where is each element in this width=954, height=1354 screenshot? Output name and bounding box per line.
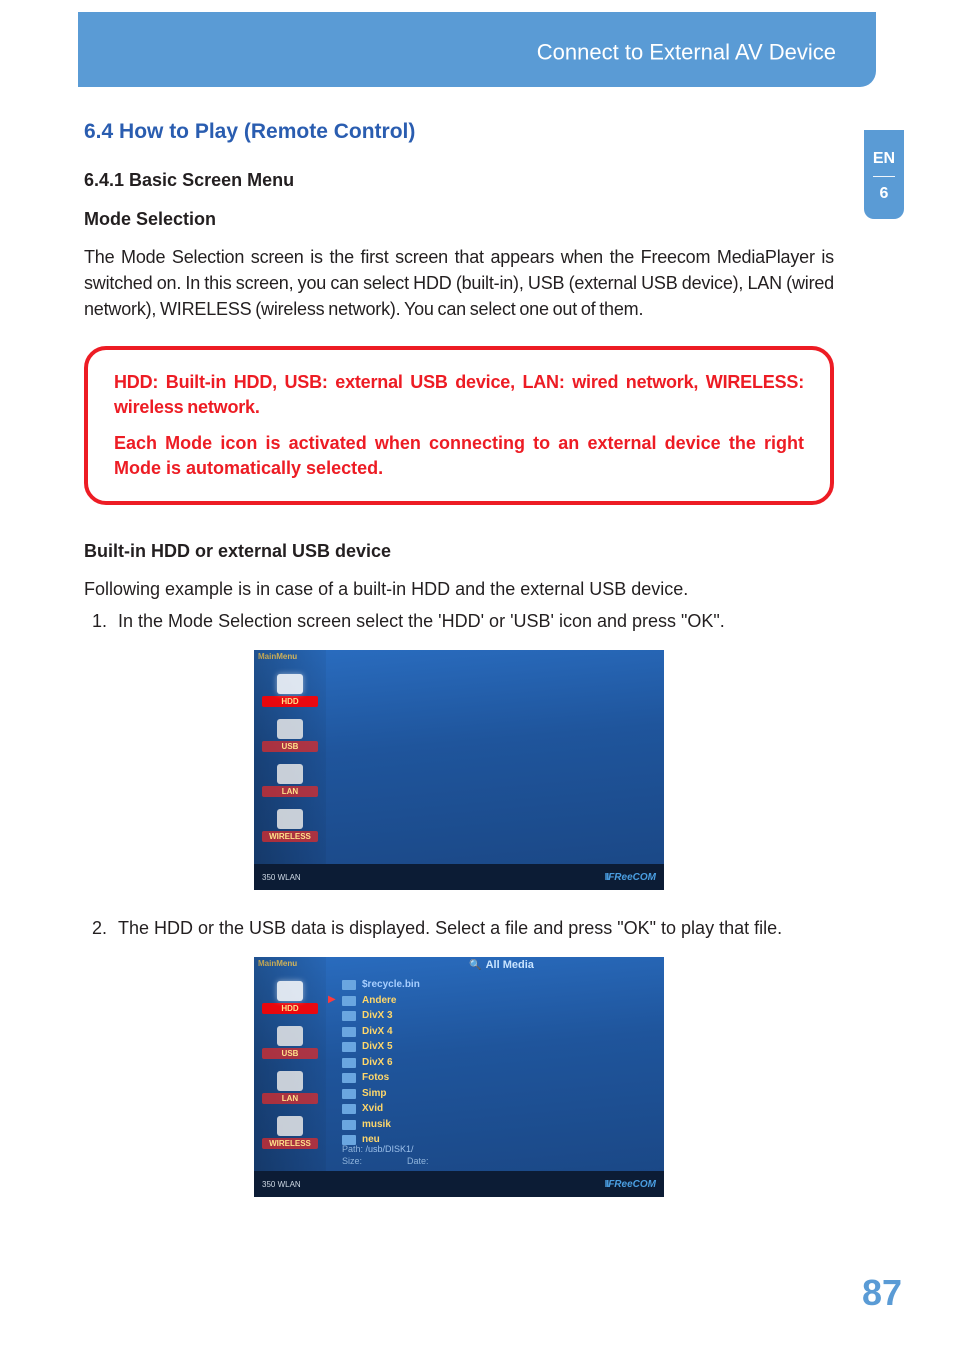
lan-icon [277, 764, 303, 784]
folder-icon [342, 996, 356, 1006]
file-list-screenshot: MainMenu 🔍All Media ▶ HDD USB LAN [254, 957, 664, 1197]
folder-icon [342, 1042, 356, 1052]
hdd-label-2: HDD [262, 1003, 318, 1014]
subsection-heading: 6.4.1 Basic Screen Menu [84, 170, 834, 191]
example-paragraph: Following example is in case of a built-… [84, 576, 834, 602]
mode-hdd: HDD [254, 674, 326, 707]
file-row-8: Xvid [342, 1101, 654, 1117]
wireless-icon [277, 809, 303, 829]
side-tab: EN 6 [864, 130, 904, 219]
mode-wireless-2: WIRELESS [254, 1116, 326, 1149]
step-2: The HDD or the USB data is displayed. Se… [112, 915, 834, 941]
file-name-4: DivX 5 [362, 1039, 393, 1055]
page-number: 87 [862, 1272, 902, 1314]
usb-icon-2 [277, 1026, 303, 1046]
file-row-4: DivX 5 [342, 1039, 654, 1055]
step-1: In the Mode Selection screen select the … [112, 608, 834, 634]
size-label: Size: [342, 1156, 362, 1166]
content-area: 6.4 How to Play (Remote Control) 6.4.1 B… [84, 120, 834, 1222]
file-name-3: DivX 4 [362, 1024, 393, 1040]
built-in-heading: Built-in HDD or external USB device [84, 541, 834, 562]
mode-hdd-2: HDD [254, 981, 326, 1014]
screenshot2-sidebar: HDD USB LAN WIRELESS [254, 957, 326, 1197]
path-info: Path: /usb/DISK1/ Size: Date: [342, 1143, 654, 1167]
usb-label-2: USB [262, 1048, 318, 1059]
usb-label: USB [262, 741, 318, 752]
mode-usb: USB [254, 719, 326, 752]
file-row-6: Fotos [342, 1070, 654, 1086]
hdd-icon-2 [277, 981, 303, 1001]
file-row-9: musik [342, 1117, 654, 1133]
path-value: /usb/DISK1/ [366, 1144, 414, 1154]
folder-icon [342, 1027, 356, 1037]
lan-label: LAN [262, 786, 318, 797]
magnifier-icon: 🔍 [469, 960, 481, 971]
file-row-1: Andere [342, 993, 654, 1009]
file-row-2: DivX 3 [342, 1008, 654, 1024]
section-heading: 6.4 How to Play (Remote Control) [84, 120, 834, 144]
mode-lan-2: LAN [254, 1071, 326, 1104]
device-model-2: 350 WLAN [262, 1180, 301, 1189]
callout-line-1: HDD: Built-in HDD, USB: external USB dev… [114, 370, 804, 420]
callout-line-2: Each Mode icon is activated when connect… [114, 431, 804, 481]
path-label: Path: [342, 1144, 363, 1154]
mode-selection-heading: Mode Selection [84, 209, 834, 230]
all-media-title: 🔍 All Media [339, 959, 664, 971]
header-banner: Connect to External AV Device [78, 12, 876, 87]
hdd-label: HDD [262, 696, 318, 707]
mode-usb-2: USB [254, 1026, 326, 1059]
file-name-8: Xvid [362, 1101, 383, 1117]
date-label: Date: [407, 1156, 429, 1166]
folder-icon [342, 1011, 356, 1021]
screenshot2-footer: 350 WLAN IIFReeCOM [254, 1171, 664, 1197]
file-name-0: $recycle.bin [362, 977, 420, 993]
steps-list-2: The HDD or the USB data is displayed. Se… [84, 915, 834, 941]
file-name-9: musik [362, 1117, 391, 1133]
brand-text-2: FReeCOM [608, 1179, 656, 1190]
folder-icon [342, 1104, 356, 1114]
mode-lan: LAN [254, 764, 326, 797]
file-name-6: Fotos [362, 1070, 389, 1086]
hdd-icon [277, 674, 303, 694]
folder-icon [342, 980, 356, 990]
file-row-0: $recycle.bin [342, 977, 654, 993]
folder-icon [342, 1120, 356, 1130]
file-row-5: DivX 6 [342, 1055, 654, 1071]
screenshot-1-wrap: MainMenu HDD USB LAN WIRELESS [84, 650, 834, 895]
device-model-1: 350 WLAN [262, 873, 301, 882]
page-header-title: Connect to External AV Device [537, 39, 836, 65]
folder-icon [342, 1089, 356, 1099]
all-media-text: All Media [486, 959, 534, 971]
callout-box: HDD: Built-in HDD, USB: external USB dev… [84, 346, 834, 505]
file-name-1: Andere [362, 993, 396, 1009]
folder-icon [342, 1058, 356, 1068]
side-tab-lang: EN [864, 150, 904, 168]
lan-icon-2 [277, 1071, 303, 1091]
usb-icon [277, 719, 303, 739]
steps-list: In the Mode Selection screen select the … [84, 608, 834, 634]
folder-icon [342, 1073, 356, 1083]
side-tab-chapter: 6 [864, 185, 904, 203]
selection-pointer-icon: ▶ [328, 994, 336, 1005]
mode-wireless: WIRELESS [254, 809, 326, 842]
file-name-2: DivX 3 [362, 1008, 393, 1024]
file-name-5: DivX 6 [362, 1055, 393, 1071]
mode-selection-screenshot: MainMenu HDD USB LAN WIRELESS [254, 650, 664, 890]
side-tab-divider [873, 176, 895, 177]
wireless-label: WIRELESS [262, 831, 318, 842]
brand-text-1: FReeCOM [608, 872, 656, 883]
screenshot1-footer: 350 WLAN IIFReeCOM [254, 864, 664, 890]
mode-selection-paragraph: The Mode Selection screen is the first s… [84, 244, 834, 322]
screenshot-2-wrap: MainMenu 🔍All Media ▶ HDD USB LAN [84, 957, 834, 1202]
file-row-3: DivX 4 [342, 1024, 654, 1040]
file-name-7: Simp [362, 1086, 386, 1102]
lan-label-2: LAN [262, 1093, 318, 1104]
brand-logo-1: IIFReeCOM [605, 872, 656, 883]
brand-logo-2: IIFReeCOM [605, 1179, 656, 1190]
wireless-icon-2 [277, 1116, 303, 1136]
screenshot1-sidebar: HDD USB LAN WIRELESS [254, 650, 326, 890]
file-row-7: Simp [342, 1086, 654, 1102]
file-list: $recycle.bin Andere DivX 3 DivX 4 DivX 5… [342, 977, 654, 1148]
wireless-label-2: WIRELESS [262, 1138, 318, 1149]
